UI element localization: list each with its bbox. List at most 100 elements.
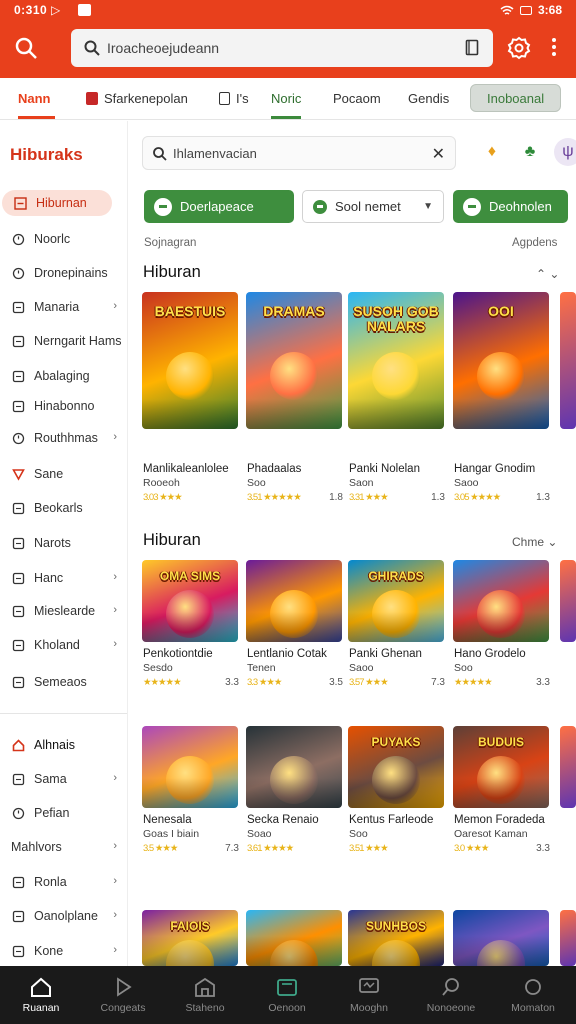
profile-icon[interactable]: ψ bbox=[554, 138, 576, 166]
tab-noric[interactable]: Noric bbox=[271, 78, 302, 119]
monitor-icon bbox=[359, 978, 379, 993]
sidebar-item-semeaos[interactable]: Semeaos bbox=[0, 669, 127, 695]
thumbnail-shade bbox=[348, 399, 444, 429]
sidebar-item-narots[interactable]: Narots bbox=[0, 530, 127, 556]
subheading-right-link[interactable]: Agpdens bbox=[512, 237, 557, 249]
bottom-nav-momaton[interactable]: Momaton bbox=[492, 966, 574, 1024]
sidebar-item-mieslearde[interactable]: Mieslearde › bbox=[0, 598, 127, 624]
more-options-icon[interactable] bbox=[546, 36, 562, 60]
tab-label: Sfarkenepolan bbox=[104, 91, 188, 106]
sidebar-item-alhnais[interactable]: Alhnais bbox=[0, 732, 127, 758]
sidebar-item-manaria[interactable]: Manaria › bbox=[0, 294, 127, 320]
filter-button-deohnolen[interactable]: Deohnolen bbox=[453, 190, 568, 223]
game-rating: 3.51 ★★★ bbox=[349, 843, 445, 854]
tab-sfarkenepolan[interactable]: Sfarkenepolan bbox=[86, 78, 188, 119]
thumbnail-shade bbox=[142, 612, 238, 642]
game-thumbnail[interactable]: FAIOIS bbox=[142, 910, 238, 966]
game-thumbnail[interactable]: PUYAKS bbox=[348, 726, 444, 808]
bag-icon bbox=[86, 92, 98, 105]
chat-icon bbox=[11, 369, 25, 383]
rating-stars: 3.51 ★★★★★ bbox=[247, 492, 302, 503]
filter-dropdown-sool-nemet[interactable]: Sool nemet ▼ bbox=[302, 190, 444, 223]
tab-is[interactable]: I's bbox=[219, 78, 249, 119]
status-clock: 3:68 bbox=[537, 3, 562, 17]
game-thumbnail[interactable]: SUSOH GOB NALARS bbox=[348, 292, 444, 429]
game-thumbnail[interactable] bbox=[453, 560, 549, 642]
sidebar-item-nerngarit-hams[interactable]: Nerngarit Hams bbox=[0, 328, 127, 354]
chevron-right-icon: › bbox=[113, 772, 117, 784]
game-subtitle: Tenen bbox=[247, 662, 276, 674]
sidebar-item-ronla[interactable]: Ronla › bbox=[0, 869, 127, 895]
leaf-icon[interactable]: ♣ bbox=[516, 138, 544, 166]
sidebar-item-dronepinains[interactable]: Dronepinains bbox=[0, 260, 127, 286]
search-icon bbox=[15, 37, 37, 59]
game-thumbnail[interactable] bbox=[246, 726, 342, 808]
section-action-link[interactable]: ⌃ ⌄ bbox=[536, 267, 559, 281]
bottom-nav-ruanan[interactable]: Ruanan bbox=[0, 966, 82, 1024]
game-rating: ★★★★★ 3.3 bbox=[454, 677, 550, 688]
sidebar-item-beokarls[interactable]: Beokarls bbox=[0, 495, 127, 521]
game-thumbnail[interactable]: DRAMAS bbox=[246, 292, 342, 429]
game-thumbnail[interactable] bbox=[246, 560, 342, 642]
search-button[interactable] bbox=[10, 32, 44, 66]
bottom-nav-oenoon[interactable]: Oenoon bbox=[246, 966, 328, 1024]
sidebar-item-sane[interactable]: Sane bbox=[0, 461, 127, 487]
game-thumbnail[interactable]: OOI bbox=[453, 292, 549, 429]
rating-stars: ★★★★★ bbox=[143, 677, 182, 688]
settings-gear-icon[interactable] bbox=[506, 35, 532, 61]
sidebar-item-oanolplane[interactable]: Oanolplane › bbox=[0, 903, 127, 929]
book-icon[interactable] bbox=[465, 39, 479, 56]
game-thumbnail[interactable] bbox=[246, 910, 342, 966]
game-thumbnail[interactable]: BUDUIS bbox=[453, 726, 549, 808]
game-thumbnail[interactable]: BAESTUIS bbox=[142, 292, 238, 429]
sidebar-item-pefian[interactable]: Pefian bbox=[0, 800, 127, 826]
bottom-nav-mooghn[interactable]: Mooghn bbox=[328, 966, 410, 1024]
game-thumbnail-partial[interactable] bbox=[560, 726, 576, 808]
game-thumbnail-partial[interactable] bbox=[560, 292, 576, 429]
tab-inoboanal[interactable]: Inoboanal bbox=[470, 84, 562, 112]
game-subtitle: Soo bbox=[349, 828, 368, 840]
game-subtitle: Saon bbox=[349, 477, 374, 489]
sidebar-item-mahlvors[interactable]: Mahlvors › bbox=[0, 834, 127, 860]
sidebar-item-label: Noorlc bbox=[34, 232, 71, 246]
bottom-nav-nonoeone[interactable]: Nonoeone bbox=[410, 966, 492, 1024]
clear-icon[interactable]: ✕ bbox=[432, 144, 445, 164]
globe-icon bbox=[11, 300, 25, 314]
search-input[interactable]: Iroacheoejudeann bbox=[71, 29, 493, 67]
character-illustration bbox=[372, 352, 420, 400]
controller-icon bbox=[11, 571, 25, 585]
tab-gendis[interactable]: Gendis bbox=[408, 78, 449, 119]
bottom-nav-congeats[interactable]: Congeats bbox=[82, 966, 164, 1024]
sidebar-item-hiburnan[interactable]: Hiburnan bbox=[2, 190, 112, 216]
sidebar-item-label: Manaria bbox=[34, 300, 80, 314]
sidebar-item-kholand[interactable]: Kholand › bbox=[0, 632, 127, 658]
tab-nann[interactable]: Nann bbox=[18, 78, 55, 119]
game-thumbnail[interactable] bbox=[453, 910, 549, 966]
game-thumbnail[interactable]: OMA SIMS bbox=[142, 560, 238, 642]
sidebar-item-abalaging[interactable]: Abalaging bbox=[0, 363, 127, 389]
sidebar-item-kone[interactable]: Kone › bbox=[0, 938, 127, 964]
sidebar-item-routhhmas[interactable]: Routhhmas › bbox=[0, 425, 127, 451]
game-thumbnail[interactable]: GHIRADS bbox=[348, 560, 444, 642]
sidebar-item-hinabonno[interactable]: Hinabonno bbox=[0, 393, 127, 419]
game-art-title: GHIRADS bbox=[368, 569, 424, 583]
sidebar-item-hanc[interactable]: Hanc › bbox=[0, 565, 127, 591]
content-search-input[interactable]: Ihlamenvacian ✕ bbox=[142, 136, 456, 170]
sidebar-item-sama[interactable]: Sama › bbox=[0, 766, 127, 792]
sidebar-item-noorlc[interactable]: Noorlc bbox=[0, 226, 127, 252]
bottom-nav-staheno[interactable]: Staheno bbox=[164, 966, 246, 1024]
game-subtitle: Soo bbox=[247, 477, 266, 489]
bottom-nav-label: Nonoeone bbox=[426, 1002, 476, 1014]
game-thumbnail-partial[interactable] bbox=[560, 910, 576, 966]
filter-button-doerlapeace[interactable]: Doerlapeace bbox=[144, 190, 294, 223]
tab-pocaom[interactable]: Pocaom bbox=[333, 78, 381, 119]
list-icon bbox=[13, 196, 27, 210]
battery-icon bbox=[519, 5, 532, 15]
game-thumbnail-partial[interactable] bbox=[560, 560, 576, 642]
game-title: Phadaalas bbox=[247, 463, 302, 475]
lightbulb-icon[interactable]: ♦ bbox=[478, 138, 506, 166]
game-thumbnail[interactable] bbox=[142, 726, 238, 808]
game-thumbnail[interactable]: SUNHBOS bbox=[348, 910, 444, 966]
section-action-link[interactable]: Chme ⌄ bbox=[512, 535, 557, 549]
status-time: 0:310 ▷ bbox=[14, 3, 61, 17]
